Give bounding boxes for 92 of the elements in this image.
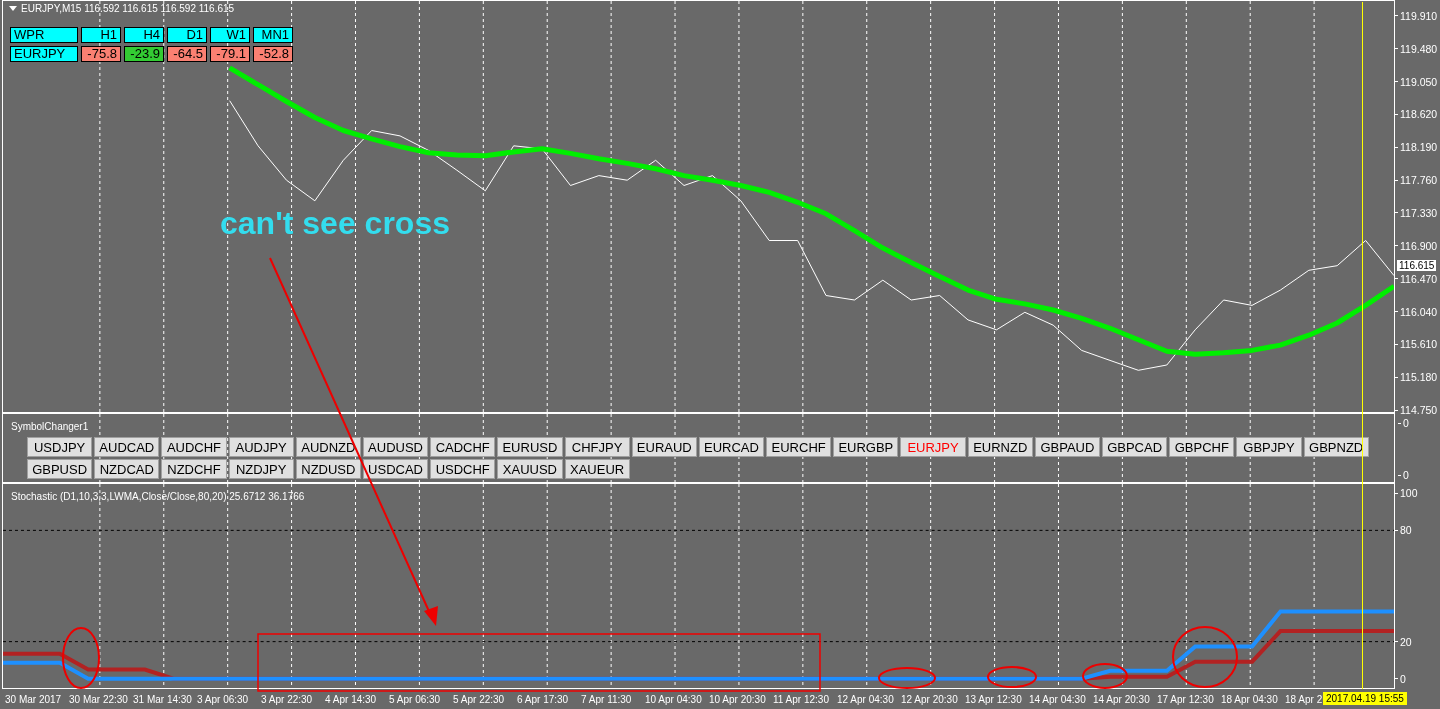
dropdown-icon[interactable] [9,6,17,11]
time-label: 13 Apr 12:30 [965,693,1022,705]
highlight-ellipse [62,627,100,689]
value-cell: -79.1 [210,46,250,62]
price-label: 116.900 [1395,239,1438,252]
symbol-button[interactable]: NZDCHF [161,459,227,479]
axis-label: 0 [1395,672,1406,685]
symbol-button[interactable]: NZDJPY [228,459,294,479]
symbol-button[interactable]: USDCAD [362,459,429,479]
symbol-button[interactable]: EURGBP [833,437,899,457]
time-label: 3 Apr 22:30 [261,693,313,705]
value-cell: -52.8 [253,46,293,62]
table-header-cell: W1 [210,27,250,43]
axis-label: 80 [1395,524,1412,537]
symbol-button[interactable]: AUDJPY [228,437,294,457]
symbol-button[interactable]: AUDCAD [94,437,160,457]
time-label: 7 Apr 11:30 [581,693,632,705]
highlight-ellipse [878,667,936,689]
price-label: 115.180 [1395,371,1438,384]
price-label: 117.330 [1395,207,1438,219]
symbol-button[interactable]: EURUSD [497,437,563,457]
table-header-cell: H1 [81,27,121,43]
price-label: 118.620 [1395,108,1438,121]
symbol-button[interactable]: EURNZD [967,437,1033,457]
time-label: 4 Apr 14:30 [325,693,377,705]
time-label: 18 Apr 04:30 [1221,693,1278,705]
time-label: 6 Apr 17:30 [517,693,569,705]
price-label: 119.480 [1395,42,1438,55]
time-label: 5 Apr 22:30 [453,693,505,705]
axis-label: 0 [1398,469,1440,481]
time-label: 3 Apr 06:30 [197,693,249,705]
symbol-button[interactable]: NZDUSD [295,459,361,479]
price-label: 117.760 [1395,174,1438,187]
symbol-button[interactable]: CADCHF [430,437,496,457]
highlight-ellipse [987,666,1037,688]
time-label: 12 Apr 04:30 [837,693,894,705]
time-label: 17 Apr 12:30 [1157,693,1214,705]
time-label: 10 Apr 04:30 [645,693,702,705]
symbol-button[interactable]: USDCHF [430,459,496,479]
value-cell: -75.8 [81,46,121,62]
table-header-cell: D1 [167,27,207,43]
highlight-ellipse [1172,626,1238,688]
panel-title: Stochastic (D1,10,3,3,LWMA,Close/Close,80,20) 25.6712 36.1766 [11,491,305,502]
symbol-button[interactable]: AUDNZD [295,437,361,457]
axis-label: 100 [1395,487,1418,500]
symbol-button[interactable]: GBPNZD [1303,437,1369,457]
symbol-button[interactable]: EURCAD [698,437,765,457]
symbol-button[interactable]: EURAUD [631,437,697,457]
cursor-time-label: 2017.04.19 15:55 [1323,692,1407,705]
value-cell: -64.5 [167,46,207,62]
time-label: 30 Mar 22:30 [69,693,128,705]
time-label: 18 Apr 2 [1285,693,1323,705]
price-label: 116.470 [1395,272,1438,285]
annotation-text: can't see cross [220,205,450,242]
price-label: 118.190 [1395,141,1438,154]
price-label: 114.750 [1395,404,1438,416]
symbol-button[interactable]: AUDUSD [362,437,429,457]
symbol-button[interactable]: NZDCAD [94,459,160,479]
symbol-button[interactable]: GBPCAD [1102,437,1168,457]
symbol-button[interactable]: USDJPY [27,437,93,457]
symbol-button[interactable]: GBPAUD [1034,437,1100,457]
highlight-ellipse [1082,663,1128,689]
symbol-button[interactable]: GBPJPY [1236,437,1302,457]
table-header-cell: WPR [10,27,78,43]
time-label: 10 Apr 20:30 [709,693,766,705]
table-header-cell: MN1 [253,27,293,43]
panel-title: SymbolChanger1 [11,421,89,432]
symbol-button[interactable]: GBPUSD [27,459,93,479]
table-header-cell: H4 [124,27,164,43]
symbol-button[interactable]: GBPCHF [1169,437,1235,457]
chart-header: EURJPY,M15 116.592 116.615 116.592 116.615 [21,3,235,14]
time-label: 11 Apr 12:30 [773,693,829,705]
price-label: 119.050 [1395,75,1438,88]
symbol-cell: EURJPY [10,46,78,62]
symbol-button[interactable]: XAUEUR [564,459,630,479]
axis-label: 20 [1395,635,1412,648]
symbol-button[interactable]: AUDCHF [161,437,227,457]
time-label: 14 Apr 20:30 [1093,693,1150,705]
time-label: 14 Apr 04:30 [1029,693,1086,705]
axis-label: 0 [1398,417,1440,429]
time-label: 12 Apr 20:30 [901,693,958,705]
price-label: 115.610 [1395,338,1438,351]
symbol-button[interactable]: CHFJPY [564,437,630,457]
symbol-button[interactable]: EURCHF [766,437,832,457]
time-label: 30 Mar 2017 [5,693,62,705]
price-label: 119.910 [1395,9,1438,22]
time-label: 5 Apr 06:30 [389,693,441,705]
time-label: 31 Mar 14:30 [133,693,192,705]
symbol-button[interactable]: XAUUSD [497,459,563,479]
price-label: 116.040 [1395,305,1438,318]
value-cell: -23.9 [124,46,164,62]
current-price-tag: 116.615 [1397,259,1437,271]
